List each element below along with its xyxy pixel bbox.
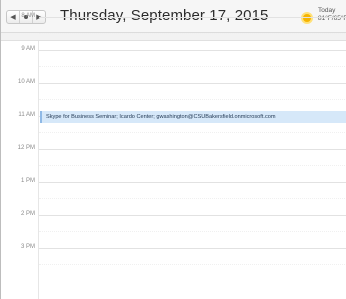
half-hour-divider (39, 33, 346, 34)
event-title: Skype for Business Seminar; Icardo Cente… (46, 114, 276, 120)
hour-label: 3 PM (20, 244, 35, 250)
hour-label: 8 AM (21, 13, 35, 19)
time-grid[interactable]: 8 AM 9 AM 10 AM 11 AM 12 PM 1 PM 2 PM 3 … (1, 13, 346, 299)
hour-label: 11 AM (18, 112, 35, 118)
half-hour-divider (39, 99, 346, 100)
hour-row: 12 PM (1, 145, 346, 182)
hour-label: 10 AM (17, 79, 35, 85)
hour-row: 3 PM (1, 244, 346, 281)
hour-divider (39, 83, 346, 84)
hour-row: 8 AM (1, 13, 346, 50)
half-hour-divider (39, 66, 346, 67)
hour-divider (39, 248, 346, 249)
half-hour-divider (39, 165, 346, 166)
half-hour-divider (39, 132, 346, 133)
hour-row: 2 PM (1, 211, 346, 248)
half-hour-divider (39, 231, 346, 232)
hour-label: 9 AM (21, 46, 35, 52)
hour-label: 1 PM (20, 178, 35, 184)
hour-row: 9 AM (1, 46, 346, 83)
hour-label: 12 PM (17, 145, 35, 151)
half-hour-divider (39, 198, 346, 199)
weather-day-label: Today (318, 7, 336, 14)
hour-label: 2 PM (20, 211, 35, 217)
hour-divider (39, 50, 346, 51)
hour-divider (39, 182, 346, 183)
calendar-day-view: ◀ ▶ Thursday, September 17, 2015 Today 8… (0, 0, 346, 299)
hour-divider (39, 215, 346, 216)
half-hour-divider (39, 264, 346, 265)
calendar-event[interactable]: Skype for Business Seminar; Icardo Cente… (40, 111, 346, 123)
hour-divider (39, 149, 346, 150)
hour-row: 1 PM (1, 178, 346, 215)
hour-divider (39, 17, 346, 18)
